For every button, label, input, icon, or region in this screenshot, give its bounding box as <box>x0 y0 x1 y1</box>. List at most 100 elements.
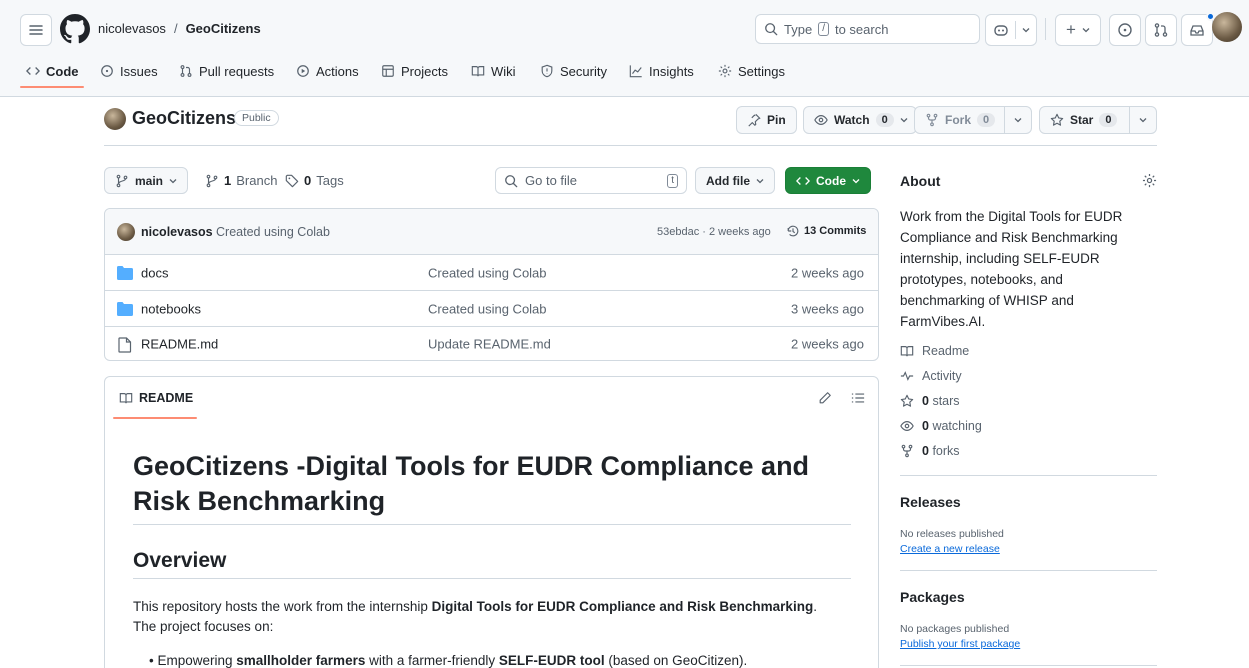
global-search-input[interactable]: Type / to search <box>755 14 980 44</box>
create-release-link[interactable]: Create a new release <box>900 543 1000 555</box>
readme-paragraph: This repository hosts the work from the … <box>133 597 817 637</box>
eye-icon <box>900 421 914 431</box>
forks-link[interactable]: 0 forks <box>900 444 960 458</box>
file-commit-message[interactable]: Created using Colab <box>428 301 547 316</box>
tags-link[interactable]: 0 Tags <box>285 173 344 188</box>
overview-heading: Overview <box>133 549 227 572</box>
bullet-text: Empowering <box>157 653 237 668</box>
create-new-button[interactable]: + <box>1055 14 1101 46</box>
table-row[interactable]: notebooks Created using Colab 3 weeks ag… <box>105 290 878 326</box>
inbox-button[interactable] <box>1181 12 1215 46</box>
table-row[interactable]: docs Created using Colab 2 weeks ago <box>105 254 878 290</box>
branches-link[interactable]: 1 Branch <box>205 173 277 188</box>
file-commit-message[interactable]: Update README.md <box>428 337 551 352</box>
table-icon <box>382 65 394 77</box>
fork-button[interactable]: Fork 0 <box>914 106 1032 134</box>
code-button[interactable]: Code <box>785 167 871 194</box>
history-icon <box>787 225 799 237</box>
readme-tab-underline <box>113 417 197 419</box>
paragraph-bold: Digital Tools for EUDR Compliance and Ri… <box>431 599 814 614</box>
add-file-label: Add file <box>706 173 750 188</box>
fork-count: 0 <box>977 113 996 127</box>
stars-link[interactable]: 0 stars <box>900 394 960 408</box>
repo-name-link[interactable]: GeoCitizens <box>186 21 261 36</box>
user-avatar[interactable] <box>1212 12 1242 42</box>
gear-icon[interactable] <box>1142 173 1157 188</box>
add-file-button[interactable]: Add file <box>695 167 775 194</box>
issue-icon <box>101 65 113 77</box>
tab-wiki[interactable]: Wiki <box>471 62 516 80</box>
publish-package-link[interactable]: Publish your first package <box>900 638 1020 650</box>
git-branch-icon <box>206 174 218 187</box>
watching-link[interactable]: 0 watching <box>900 419 982 433</box>
packages-heading[interactable]: Packages <box>900 589 965 605</box>
file-name[interactable]: docs <box>141 265 168 280</box>
tab-label: Pull requests <box>199 63 275 79</box>
go-to-file-input[interactable]: Go to file t <box>495 167 687 194</box>
title-rule <box>133 524 851 525</box>
commit-hash-time[interactable]: 53ebdac · 2 weeks ago <box>657 226 771 238</box>
tab-label: Code <box>46 63 79 79</box>
code-icon <box>26 67 40 75</box>
releases-heading[interactable]: Releases <box>900 494 961 510</box>
list-outline-icon[interactable] <box>851 391 865 405</box>
star-icon <box>900 394 914 407</box>
readme-tab[interactable]: README <box>119 391 193 405</box>
tab-issues[interactable]: Issues <box>100 62 158 80</box>
watch-button[interactable]: Watch 0 <box>803 106 917 134</box>
file-commit-message[interactable]: Created using Colab <box>428 265 547 280</box>
inbox-icon <box>1190 25 1204 36</box>
copilot-button[interactable] <box>985 14 1037 46</box>
commits-link[interactable]: 13 Commits <box>786 224 866 238</box>
pin-button[interactable]: Pin <box>736 106 797 134</box>
chevron-down-icon <box>1082 28 1090 33</box>
table-row[interactable]: README.md Update README.md 2 weeks ago <box>105 326 878 361</box>
commit-author-avatar[interactable] <box>117 223 135 241</box>
activity-link[interactable]: Activity <box>900 369 962 383</box>
tab-label: Insights <box>649 63 694 79</box>
pin-label: Pin <box>767 113 786 127</box>
issues-button[interactable] <box>1109 14 1141 46</box>
search-icon <box>505 174 518 187</box>
tag-icon <box>285 174 299 187</box>
book-icon <box>119 393 133 404</box>
repo-title[interactable]: GeoCitizens <box>132 108 236 129</box>
commit-author[interactable]: nicolevasos <box>141 225 213 239</box>
tab-insights[interactable]: Insights <box>629 62 694 80</box>
commit-message[interactable]: Created using Colab <box>216 225 330 239</box>
tab-actions[interactable]: Actions <box>296 62 359 80</box>
tab-pull-requests[interactable]: Pull requests <box>179 62 274 80</box>
packages-empty: No packages published <box>900 623 1010 635</box>
repo-owner-link[interactable]: nicolevasos <box>98 21 166 36</box>
book-icon <box>471 66 485 77</box>
readme-link[interactable]: Readme <box>900 344 969 358</box>
pull-request-icon <box>1154 23 1168 37</box>
tab-code[interactable]: Code <box>26 62 79 80</box>
file-name[interactable]: notebooks <box>141 301 201 316</box>
chevron-down-icon <box>900 118 908 123</box>
active-tab-indicator <box>20 86 84 88</box>
fork-label: Fork <box>945 113 972 127</box>
star-label: Star <box>1070 113 1094 127</box>
star-icon <box>1050 113 1064 126</box>
search-icon <box>765 23 778 36</box>
branch-select[interactable]: main <box>104 167 189 194</box>
readme-link-label: Readme <box>922 344 970 358</box>
file-name[interactable]: README.md <box>141 337 218 352</box>
chevron-down-icon <box>1014 118 1022 123</box>
tab-security[interactable]: Security <box>540 62 607 80</box>
about-description: Work from the Digital Tools for EUDR Com… <box>900 209 1123 329</box>
branch-name: main <box>135 173 164 188</box>
pencil-icon[interactable] <box>818 391 832 405</box>
repo-owner-avatar[interactable] <box>104 108 126 130</box>
star-button[interactable]: Star 0 <box>1039 106 1157 134</box>
pull-requests-button[interactable] <box>1145 14 1177 46</box>
tab-projects[interactable]: Projects <box>381 62 448 80</box>
file-time: 3 weeks ago <box>791 301 864 316</box>
header-divider <box>1045 18 1046 40</box>
github-logo-icon[interactable] <box>60 14 90 44</box>
search-prefix: Type <box>784 21 813 37</box>
forks-count: 0 <box>922 444 929 458</box>
menu-button[interactable] <box>20 14 52 46</box>
tab-settings[interactable]: Settings <box>718 62 785 80</box>
